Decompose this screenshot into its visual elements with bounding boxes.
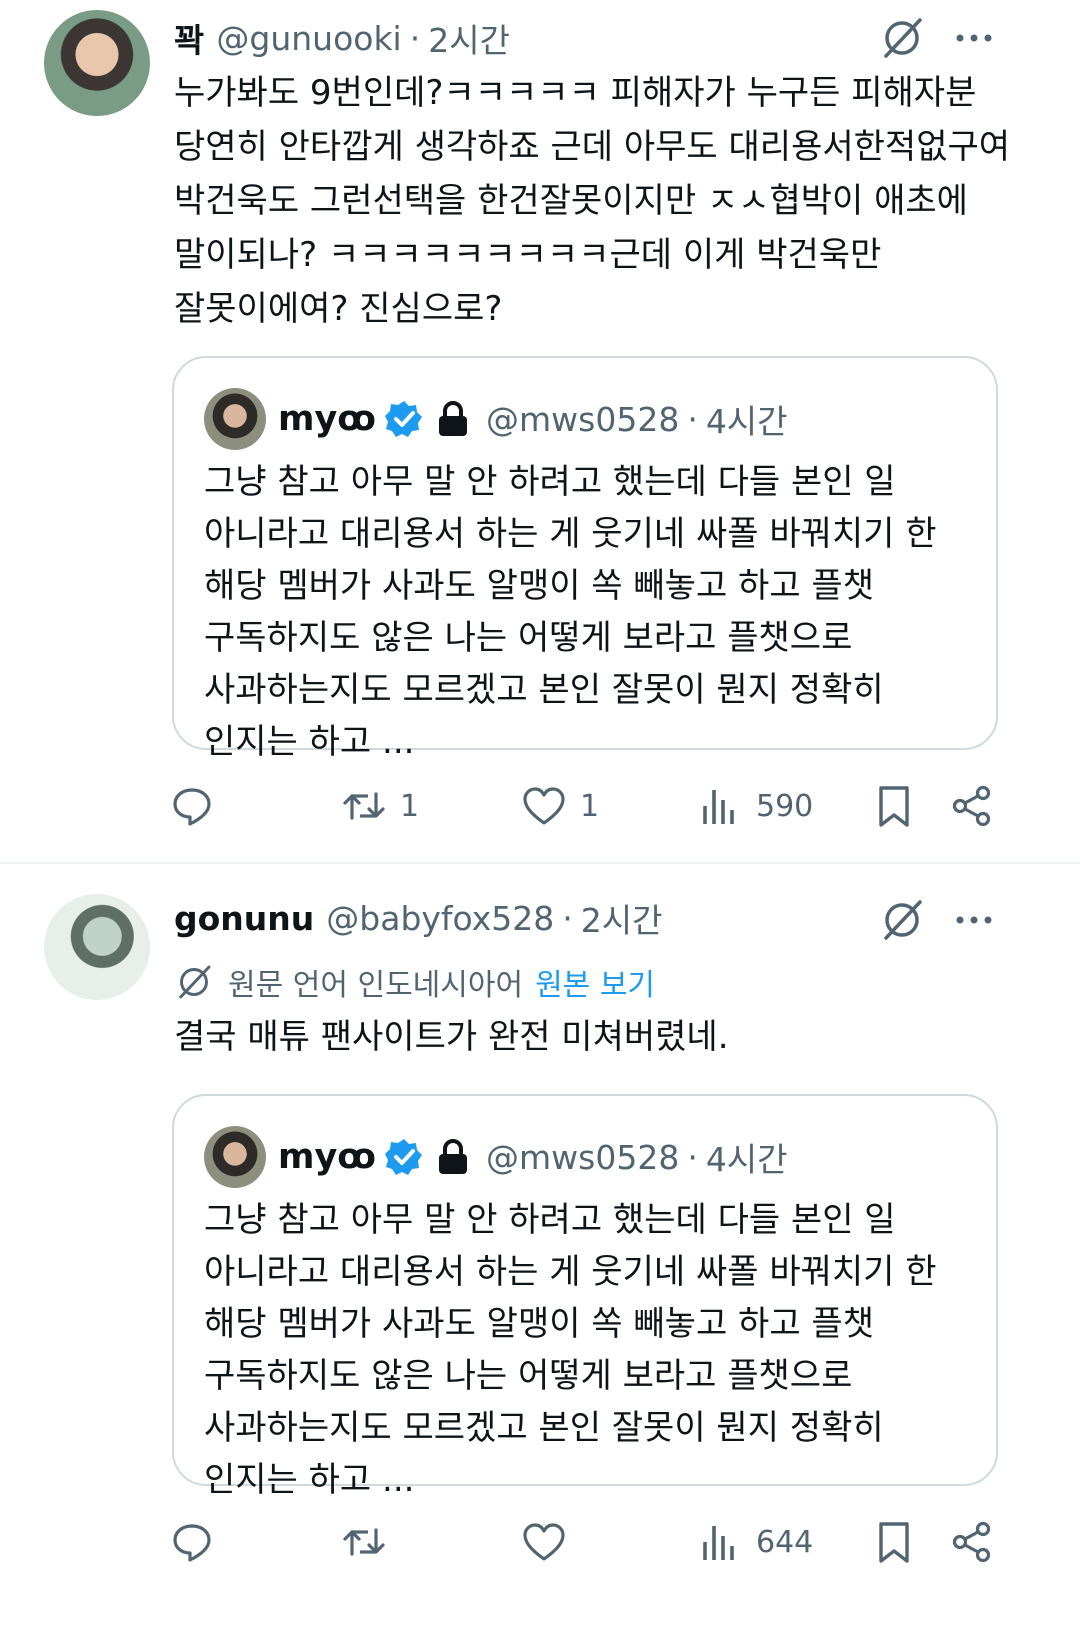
bookmark-icon [879, 1522, 909, 1563]
bookmark-button[interactable] [872, 1512, 916, 1572]
bookmark-button[interactable] [872, 776, 916, 836]
view-count: 590 [756, 788, 814, 824]
action-bar: 644 [0, 1512, 1080, 1572]
original-language-label: 원문 언어 인도네시아어 [228, 968, 524, 1003]
lock-icon [439, 1139, 467, 1174]
quoted-avatar[interactable] [204, 1126, 266, 1188]
translate-icon[interactable] [878, 896, 926, 944]
user-handle[interactable]: @babyfox528 [326, 899, 554, 938]
display-name[interactable]: gonunu [174, 899, 314, 938]
quoted-avatar[interactable] [204, 388, 266, 450]
user-handle[interactable]: @gunuooki [216, 19, 401, 58]
tweet-text: 결국 매튜 팬사이트가 완전 미쳐버렸네. [174, 1017, 729, 1057]
tweet[interactable]: gonunu @babyfox528 · 2시간 원문 언어 인도네시아어 원본… [0, 864, 1080, 1629]
views-button[interactable]: 590 [698, 776, 813, 836]
retweet-icon [343, 792, 385, 820]
views-icon [703, 1526, 734, 1560]
separator-dot: · [409, 18, 421, 58]
reply-button[interactable] [170, 776, 214, 836]
tweet-header: 꽉 @gunuooki · 2시간 [174, 14, 510, 62]
view-count: 644 [756, 1524, 814, 1560]
avatar[interactable] [44, 894, 150, 1000]
tweet-text: 누가봐도 9번인데?ㅋㅋㅋㅋㅋ 피해자가 누구든 피해자분 당연히 안타깝게 생… [174, 73, 1021, 329]
quoted-tweet[interactable]: myꝏ @mws0528 · 4시간 그냥 참고 아무 말 안 하려고 했는데 … [172, 356, 998, 762]
verified-badge-icon [385, 401, 422, 437]
retweet-button[interactable]: 1 [342, 776, 419, 836]
view-original-link[interactable]: 원본 보기 [535, 960, 655, 1004]
like-button[interactable]: 1 [522, 776, 599, 836]
timestamp[interactable]: 2시간 [428, 14, 510, 62]
reply-icon [173, 1524, 211, 1562]
quoted-timestamp[interactable]: 4시간 [706, 395, 788, 443]
share-button[interactable] [950, 1512, 994, 1572]
reply-button[interactable] [170, 1512, 214, 1572]
separator-dot: · [687, 399, 698, 439]
like-button[interactable] [522, 1512, 580, 1572]
reply-icon [173, 788, 211, 826]
quoted-user-handle[interactable]: @mws0528 [486, 400, 679, 439]
views-button[interactable]: 644 [698, 1512, 813, 1572]
lock-icon [439, 401, 467, 436]
more-icon[interactable] [950, 14, 998, 62]
action-bar: 1 1 590 [0, 776, 1080, 836]
quoted-timestamp[interactable]: 4시간 [706, 1133, 788, 1181]
timestamp[interactable]: 2시간 [581, 894, 663, 942]
like-icon [523, 1523, 565, 1561]
quoted-text: 그냥 참고 아무 말 안 하려고 했는데 다들 본인 일 아니라고 대리용서 하… [204, 1200, 948, 1500]
translate-icon[interactable] [878, 14, 926, 62]
quoted-tweet[interactable]: myꝏ @mws0528 · 4시간 그냥 참고 아무 말 안 하려고 했는데 … [172, 1094, 998, 1500]
quoted-header: myꝏ @mws0528 · 4시간 [278, 1132, 788, 1182]
tweet[interactable]: 꽉 @gunuooki · 2시간 누가봐도 9번인데?ㅋㅋㅋㅋㅋ 피해자가 누… [0, 0, 1080, 862]
retweet-count: 1 [400, 788, 420, 824]
separator-dot: · [562, 898, 573, 938]
quoted-text: 그냥 참고 아무 말 안 하려고 했는데 다들 본인 일 아니라고 대리용서 하… [204, 462, 948, 762]
share-button[interactable] [950, 776, 994, 836]
share-icon [952, 785, 991, 827]
quoted-user-handle[interactable]: @mws0528 [486, 1138, 679, 1177]
verified-badge-icon [385, 1139, 422, 1175]
like-count: 1 [580, 788, 600, 824]
separator-dot: · [687, 1137, 698, 1177]
share-icon [952, 1521, 991, 1563]
quoted-display-name[interactable]: myꝏ [278, 399, 376, 439]
more-icon[interactable] [950, 896, 998, 944]
avatar[interactable] [44, 10, 150, 116]
display-name[interactable]: 꽉 [174, 14, 204, 62]
retweet-button[interactable] [342, 1512, 400, 1572]
quoted-header: myꝏ @mws0528 · 4시간 [278, 394, 788, 444]
views-icon [703, 790, 734, 824]
translate-icon [179, 965, 211, 999]
quoted-display-name[interactable]: myꝏ [278, 1137, 376, 1177]
tweet-header: gonunu @babyfox528 · 2시간 [174, 894, 662, 942]
translation-notice: 원문 언어 인도네시아어 원본 보기 [174, 958, 655, 1006]
like-icon [523, 787, 565, 825]
retweet-icon [343, 1528, 385, 1556]
bookmark-icon [879, 786, 909, 827]
